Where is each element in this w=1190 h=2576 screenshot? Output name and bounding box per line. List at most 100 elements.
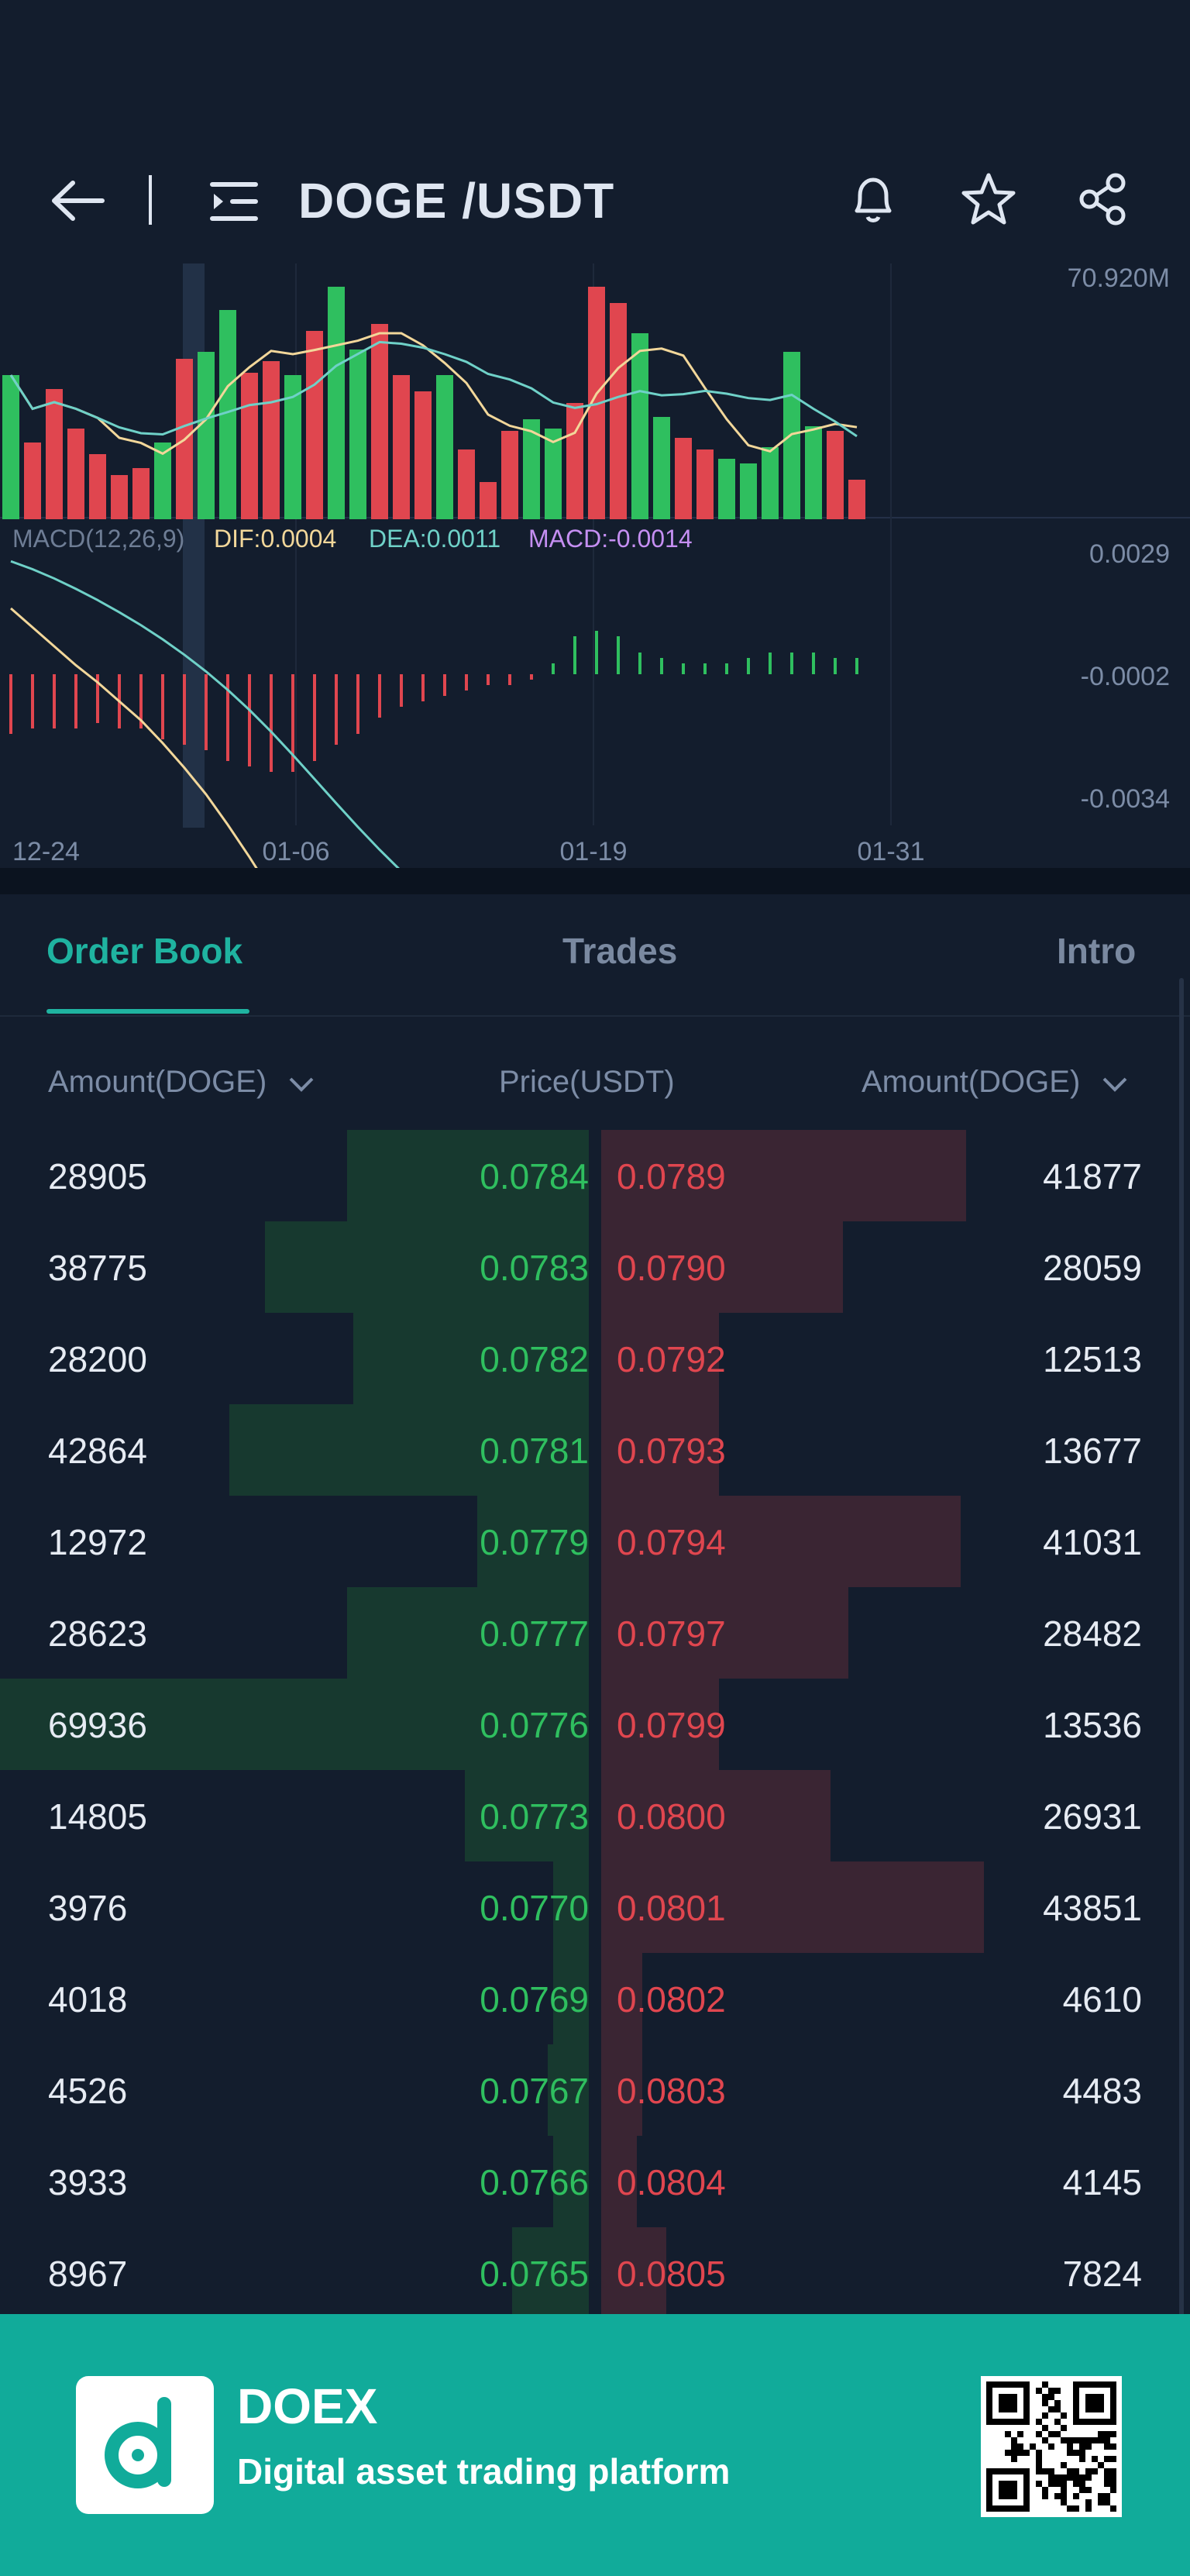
macd-value-label: MACD:-0.0014 xyxy=(528,525,693,553)
ask-price[interactable]: 0.0805 xyxy=(617,2254,726,2294)
bid-price[interactable]: 0.0776 xyxy=(480,1705,589,1745)
tab-trades[interactable]: Trades xyxy=(562,930,677,972)
macd-axis-bottom: -0.0034 xyxy=(1081,784,1170,814)
ask-price[interactable]: 0.0794 xyxy=(617,1522,726,1562)
brand-tagline: Digital asset trading platform xyxy=(237,2451,731,2492)
date-tick: 01-06 xyxy=(263,837,330,866)
ask-amount[interactable]: 4145 xyxy=(1063,2162,1142,2202)
bid-price[interactable]: 0.0769 xyxy=(480,1979,589,2020)
ask-amount[interactable]: 43851 xyxy=(1043,1888,1142,1928)
ask-amount[interactable]: 12513 xyxy=(1043,1339,1142,1379)
kline-chart[interactable]: 70.920M MACD(12,26,9) DIF:0.0004 DEA:0.0… xyxy=(0,263,1190,883)
ask-amount[interactable]: 7824 xyxy=(1063,2254,1142,2294)
bid-price[interactable]: 0.0783 xyxy=(480,1248,589,1288)
ask-amount[interactable]: 4610 xyxy=(1063,1979,1142,2020)
ask-amount[interactable]: 4483 xyxy=(1063,2071,1142,2111)
tab-intro[interactable]: Intro xyxy=(1057,930,1136,972)
volume-bar xyxy=(458,449,475,519)
ask-amount-dropdown[interactable]: Amount(DOGE) xyxy=(862,1065,1130,1100)
star-icon[interactable] xyxy=(959,170,1018,228)
volume-bar xyxy=(198,352,215,519)
ask-price[interactable]: 0.0793 xyxy=(617,1431,726,1471)
volume-bar xyxy=(848,480,865,519)
bid-amount[interactable]: 28623 xyxy=(48,1613,147,1654)
volume-bar xyxy=(371,324,388,519)
volume-bar xyxy=(696,449,714,519)
back-arrow-icon[interactable] xyxy=(46,174,108,228)
volume-bar xyxy=(501,431,518,519)
macd-histogram xyxy=(9,631,858,772)
bid-amount-header: Amount(DOGE) xyxy=(48,1065,267,1099)
tab-order-book[interactable]: Order Book xyxy=(46,930,242,972)
bid-amount[interactable]: 4018 xyxy=(48,1979,127,2020)
ask-price[interactable]: 0.0790 xyxy=(617,1248,726,1288)
bid-price[interactable]: 0.0779 xyxy=(480,1522,589,1562)
menu-list-icon[interactable] xyxy=(209,180,259,223)
chevron-down-icon xyxy=(290,1078,314,1093)
crosshair-band xyxy=(183,263,205,828)
ask-price[interactable]: 0.0801 xyxy=(617,1888,726,1928)
volume-bars xyxy=(2,287,865,519)
volume-bar xyxy=(414,391,432,519)
ask-amount[interactable]: 26931 xyxy=(1043,1796,1142,1837)
bid-price[interactable]: 0.0773 xyxy=(480,1796,589,1837)
ask-price[interactable]: 0.0804 xyxy=(617,2162,726,2202)
chevron-down-icon xyxy=(1103,1078,1127,1093)
ask-amount[interactable]: 28059 xyxy=(1043,1248,1142,1288)
bid-amount-dropdown[interactable]: Amount(DOGE) xyxy=(48,1065,317,1100)
bid-amount[interactable]: 38775 xyxy=(48,1248,147,1288)
scrollbar[interactable] xyxy=(1179,978,1184,2319)
ask-amount[interactable]: 41031 xyxy=(1043,1522,1142,1562)
ask-amount[interactable]: 41877 xyxy=(1043,1156,1142,1197)
date-tick: 01-31 xyxy=(858,837,925,866)
bid-price[interactable]: 0.0784 xyxy=(480,1156,589,1197)
ask-price[interactable]: 0.0789 xyxy=(617,1156,726,1197)
volume-bar xyxy=(132,468,150,519)
volume-bar xyxy=(349,350,366,519)
ask-price[interactable]: 0.0792 xyxy=(617,1339,726,1379)
bid-amount[interactable]: 14805 xyxy=(48,1796,147,1837)
volume-bar xyxy=(241,373,258,519)
bid-amount[interactable]: 42864 xyxy=(48,1431,147,1471)
bid-amount[interactable]: 8967 xyxy=(48,2254,127,2294)
bid-price[interactable]: 0.0767 xyxy=(480,2071,589,2111)
volume-bar xyxy=(263,361,280,519)
ask-price[interactable]: 0.0800 xyxy=(617,1796,726,1837)
bid-price[interactable]: 0.0765 xyxy=(480,2254,589,2294)
volume-bar xyxy=(111,475,128,519)
ask-amount-header: Amount(DOGE) xyxy=(862,1065,1081,1099)
bid-amount[interactable]: 28200 xyxy=(48,1339,147,1379)
bid-amount[interactable]: 69936 xyxy=(48,1705,147,1745)
ask-amount[interactable]: 13677 xyxy=(1043,1431,1142,1471)
ask-amount[interactable]: 13536 xyxy=(1043,1705,1142,1745)
active-tab-indicator xyxy=(46,1009,249,1014)
bid-price[interactable]: 0.0766 xyxy=(480,2162,589,2202)
promo-banner[interactable]: DOEX Digital asset trading platform xyxy=(0,2314,1190,2576)
bid-price[interactable]: 0.0781 xyxy=(480,1431,589,1471)
bid-amount[interactable]: 4526 xyxy=(48,2071,127,2111)
share-icon[interactable] xyxy=(1077,172,1131,226)
bid-amount[interactable]: 3976 xyxy=(48,1888,127,1928)
ask-price[interactable]: 0.0802 xyxy=(617,1979,726,2020)
ask-price[interactable]: 0.0797 xyxy=(617,1613,726,1654)
volume-bar xyxy=(480,482,497,519)
dea-label: DEA:0.0011 xyxy=(369,525,500,553)
bid-amount[interactable]: 3933 xyxy=(48,2162,127,2202)
page-title[interactable]: DOGE /USDT xyxy=(298,172,614,229)
ask-amount[interactable]: 28482 xyxy=(1043,1613,1142,1654)
chart-canvas[interactable]: 70.920M MACD(12,26,9) DIF:0.0004 DEA:0.0… xyxy=(0,263,1190,883)
bid-price[interactable]: 0.0770 xyxy=(480,1888,589,1928)
bid-price[interactable]: 0.0777 xyxy=(480,1613,589,1654)
volume-bar xyxy=(762,447,779,519)
dif-line xyxy=(10,607,268,883)
volume-bar xyxy=(24,443,41,519)
bid-amount[interactable]: 28905 xyxy=(48,1156,147,1197)
bid-amount[interactable]: 12972 xyxy=(48,1522,147,1562)
dif-label: DIF:0.0004 xyxy=(214,525,336,553)
ask-price[interactable]: 0.0799 xyxy=(617,1705,726,1745)
volume-bar xyxy=(67,429,84,519)
bell-icon[interactable] xyxy=(848,172,899,226)
ask-price[interactable]: 0.0803 xyxy=(617,2071,726,2111)
volume-bar xyxy=(675,438,692,519)
bid-price[interactable]: 0.0782 xyxy=(480,1339,589,1379)
